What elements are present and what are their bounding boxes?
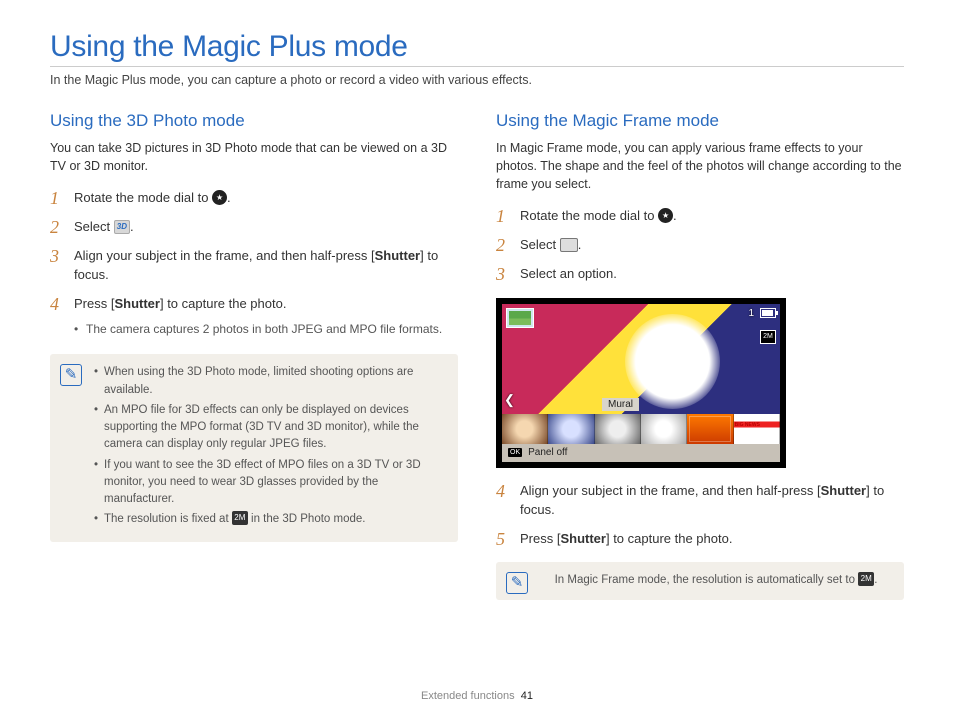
resolution-icon: 2M bbox=[232, 511, 248, 525]
step-sub-item: The camera captures 2 photos in both JPE… bbox=[74, 321, 458, 338]
lcd-arrow-left-icon: ❮ bbox=[504, 392, 515, 408]
steps-3d: 1 Rotate the mode dial to ★. 2 Select 3D… bbox=[50, 189, 458, 340]
resolution-icon: 2M bbox=[858, 572, 874, 586]
page-subtitle: In the Magic Plus mode, you can capture … bbox=[50, 73, 904, 87]
step-post: . bbox=[673, 208, 677, 223]
step-pre: Rotate the mode dial to bbox=[520, 208, 658, 223]
section-title-3d: Using the 3D Photo mode bbox=[50, 111, 458, 131]
left-column: Using the 3D Photo mode You can take 3D … bbox=[50, 111, 458, 612]
steps-frame-b: 4 Align your subject in the frame, and t… bbox=[496, 482, 904, 549]
note-icon: ✎ bbox=[506, 572, 528, 594]
lcd-size-icon: 2M bbox=[760, 330, 776, 344]
step-number: 3 bbox=[50, 247, 64, 265]
title-underline bbox=[50, 66, 904, 67]
step-number: 2 bbox=[496, 236, 510, 254]
frame-select-icon bbox=[560, 238, 578, 252]
step-number: 5 bbox=[496, 530, 510, 548]
note-text-post: . bbox=[874, 574, 877, 586]
lcd-status-right: 1 bbox=[748, 308, 776, 319]
step-post: . bbox=[227, 190, 231, 205]
frame-thumb bbox=[687, 414, 733, 444]
camera-lcd-preview: 1 2M Mural ❮ OK Panel off bbox=[496, 298, 786, 468]
step-post: . bbox=[578, 237, 582, 252]
intro-frame: In Magic Frame mode, you can apply vario… bbox=[496, 139, 904, 193]
lcd-shot-count: 1 bbox=[748, 308, 754, 319]
note-item: The resolution is fixed at 2M in the 3D … bbox=[94, 511, 446, 528]
step-pre: Press [ bbox=[74, 296, 114, 311]
right-column: Using the Magic Frame mode In Magic Fram… bbox=[496, 111, 904, 612]
step-text: Rotate the mode dial to ★. bbox=[74, 189, 458, 208]
note-icon: ✎ bbox=[60, 364, 82, 386]
step-text: Select 3D. bbox=[74, 218, 458, 237]
step-text: Align your subject in the frame, and the… bbox=[74, 247, 458, 285]
step-pre: Select bbox=[74, 219, 114, 234]
page-title: Using the Magic Plus mode bbox=[50, 30, 904, 64]
lcd-frame-label: Mural bbox=[602, 398, 639, 411]
frame-thumb bbox=[734, 414, 780, 444]
mode-dial-icon: ★ bbox=[212, 190, 227, 205]
note-item: When using the 3D Photo mode, limited sh… bbox=[94, 364, 446, 399]
step-number: 2 bbox=[50, 218, 64, 236]
step-text: Press [Shutter] to capture the photo. Th… bbox=[74, 295, 458, 341]
step-pre: Rotate the mode dial to bbox=[74, 190, 212, 205]
step-pre: Align your subject in the frame, and the… bbox=[74, 248, 375, 263]
step-number: 1 bbox=[50, 189, 64, 207]
shutter-bold: Shutter bbox=[375, 248, 421, 263]
content-columns: Using the 3D Photo mode You can take 3D … bbox=[50, 111, 904, 612]
lcd-thumb-row bbox=[502, 414, 780, 444]
page-footer: Extended functions 41 bbox=[0, 690, 954, 702]
step-pre: Press [ bbox=[520, 531, 560, 546]
step-text: Rotate the mode dial to ★. bbox=[520, 207, 904, 226]
step-pre: Align your subject in the frame, and the… bbox=[520, 483, 821, 498]
frame-thumb bbox=[595, 414, 641, 444]
step-number: 3 bbox=[496, 265, 510, 283]
lcd-mode-thumb bbox=[506, 308, 534, 328]
note-item: An MPO file for 3D effects can only be d… bbox=[94, 402, 446, 454]
frame-thumb bbox=[548, 414, 594, 444]
note-text-pre: In Magic Frame mode, the resolution is a… bbox=[555, 574, 859, 586]
section-title-frame: Using the Magic Frame mode bbox=[496, 111, 904, 131]
lcd-panel-bar: OK Panel off bbox=[502, 444, 780, 462]
step-post: ] to capture the photo. bbox=[606, 531, 732, 546]
panel-off-label: Panel off bbox=[528, 447, 567, 458]
step-sub-list: The camera captures 2 photos in both JPE… bbox=[74, 321, 458, 338]
step-post: ] to capture the photo. bbox=[160, 296, 286, 311]
battery-icon bbox=[760, 308, 776, 318]
footer-page-number: 41 bbox=[521, 690, 533, 702]
step-text: Align your subject in the frame, and the… bbox=[520, 482, 904, 520]
mode-dial-icon: ★ bbox=[658, 208, 673, 223]
note-item-post: in the 3D Photo mode. bbox=[248, 513, 366, 525]
step-number: 4 bbox=[50, 295, 64, 313]
step-post: . bbox=[130, 219, 134, 234]
note-item-pre: The resolution is fixed at bbox=[104, 513, 232, 525]
step-text: Select an option. bbox=[520, 265, 904, 284]
step-pre: Select bbox=[520, 237, 560, 252]
shutter-bold: Shutter bbox=[821, 483, 867, 498]
step-text: Select . bbox=[520, 236, 904, 255]
footer-section: Extended functions bbox=[421, 690, 515, 702]
step-text: Press [Shutter] to capture the photo. bbox=[520, 530, 904, 549]
frame-thumb bbox=[641, 414, 687, 444]
steps-frame-a: 1 Rotate the mode dial to ★. 2 Select . … bbox=[496, 207, 904, 284]
shutter-bold: Shutter bbox=[114, 296, 160, 311]
frame-thumb bbox=[502, 414, 548, 444]
step-number: 1 bbox=[496, 207, 510, 225]
note-item: If you want to see the 3D effect of MPO … bbox=[94, 457, 446, 509]
intro-3d: You can take 3D pictures in 3D Photo mod… bbox=[50, 139, 458, 175]
step-number: 4 bbox=[496, 482, 510, 500]
note-callout-3d: ✎ When using the 3D Photo mode, limited … bbox=[50, 354, 458, 541]
note-callout-frame: ✎ In Magic Frame mode, the resolution is… bbox=[496, 562, 904, 599]
three-d-icon: 3D bbox=[114, 220, 130, 234]
ok-badge-icon: OK bbox=[508, 448, 522, 457]
shutter-bold: Shutter bbox=[560, 531, 606, 546]
